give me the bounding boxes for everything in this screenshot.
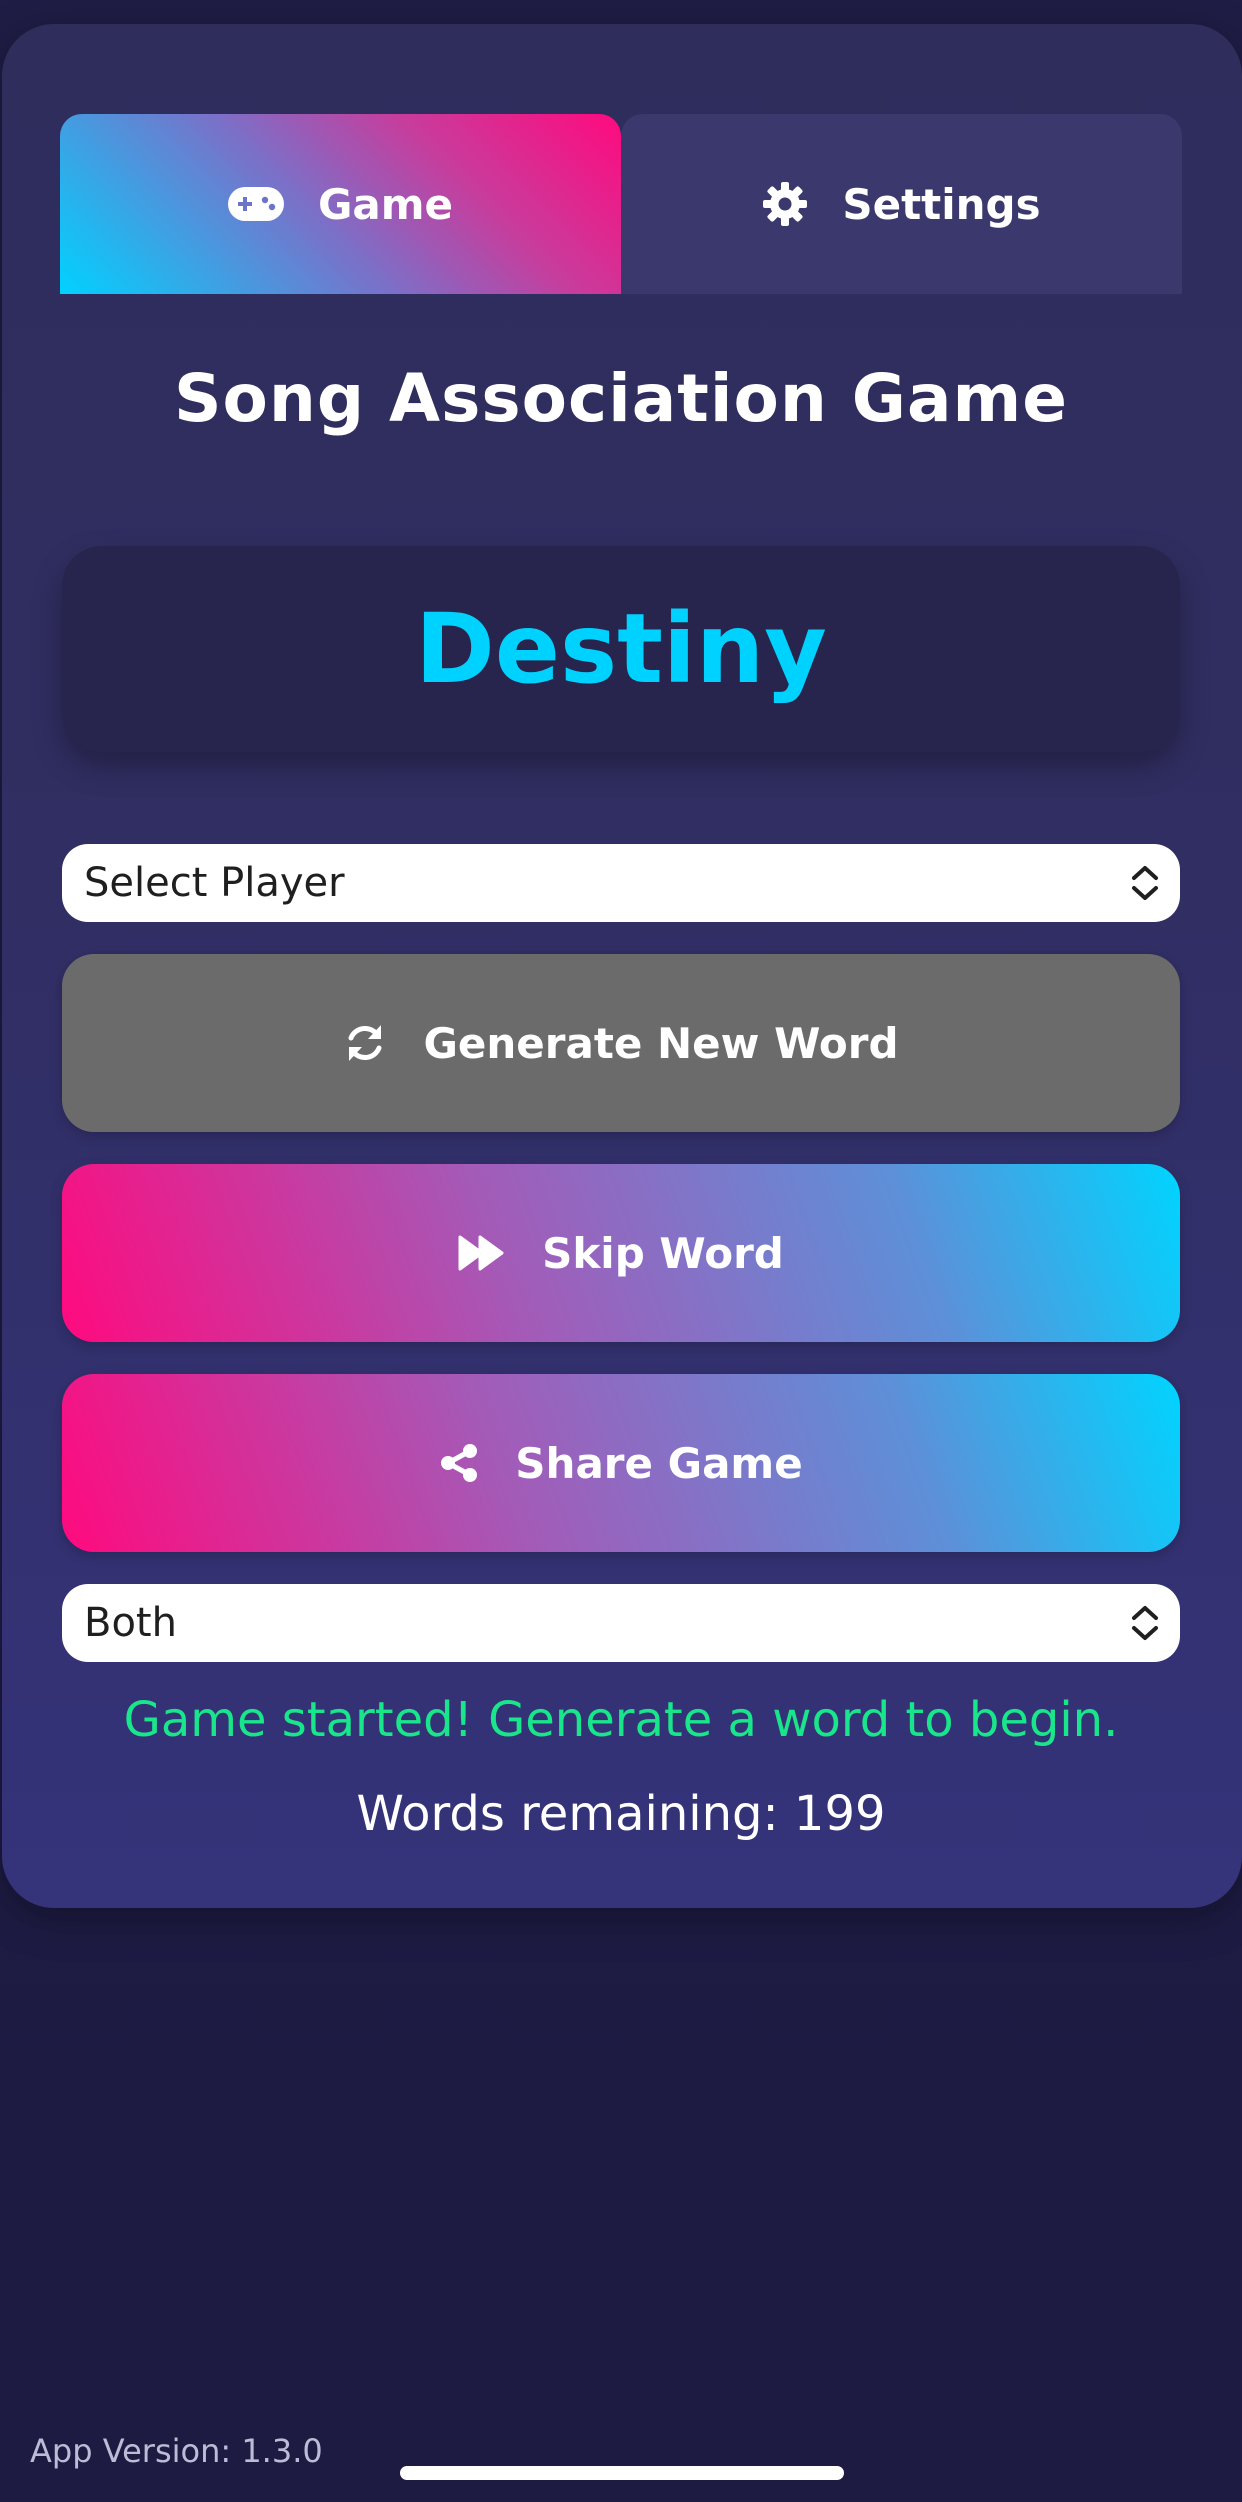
generate-word-button[interactable]: Generate New Word	[62, 954, 1180, 1132]
mode-select-value: Both	[84, 1600, 177, 1646]
share-game-button[interactable]: Share Game	[62, 1374, 1180, 1552]
tab-bar: Game Settings	[60, 114, 1182, 294]
gamepad-icon	[227, 185, 284, 223]
app-version: App Version: 1.3.0	[30, 2432, 323, 2470]
skip-word-label: Skip Word	[542, 1228, 784, 1278]
skip-word-button[interactable]: Skip Word	[62, 1164, 1180, 1342]
tab-game[interactable]: Game	[60, 114, 621, 294]
current-word-panel: Destiny	[62, 546, 1180, 752]
tab-game-label: Game	[317, 179, 454, 229]
status-message: Game started! Generate a word to begin.	[123, 1692, 1119, 1748]
player-select[interactable]: Select Player	[62, 844, 1180, 922]
tab-settings[interactable]: Settings	[621, 114, 1182, 294]
refresh-icon	[343, 1021, 387, 1065]
generate-word-label: Generate New Word	[423, 1018, 899, 1068]
select-chevron-icon	[1128, 863, 1162, 903]
home-indicator[interactable]	[400, 2466, 844, 2480]
page-title: Song Association Game	[173, 360, 1069, 437]
player-select-value: Select Player	[84, 860, 345, 906]
mode-select[interactable]: Both	[62, 1584, 1180, 1662]
share-icon	[439, 1443, 479, 1483]
words-remaining: Words remaining: 199	[356, 1786, 886, 1842]
gear-icon	[762, 181, 808, 227]
current-word: Destiny	[415, 593, 827, 705]
share-game-label: Share Game	[515, 1438, 803, 1488]
tab-settings-label: Settings	[842, 179, 1041, 229]
fast-forward-icon	[458, 1235, 506, 1271]
select-chevron-icon	[1128, 1603, 1162, 1643]
